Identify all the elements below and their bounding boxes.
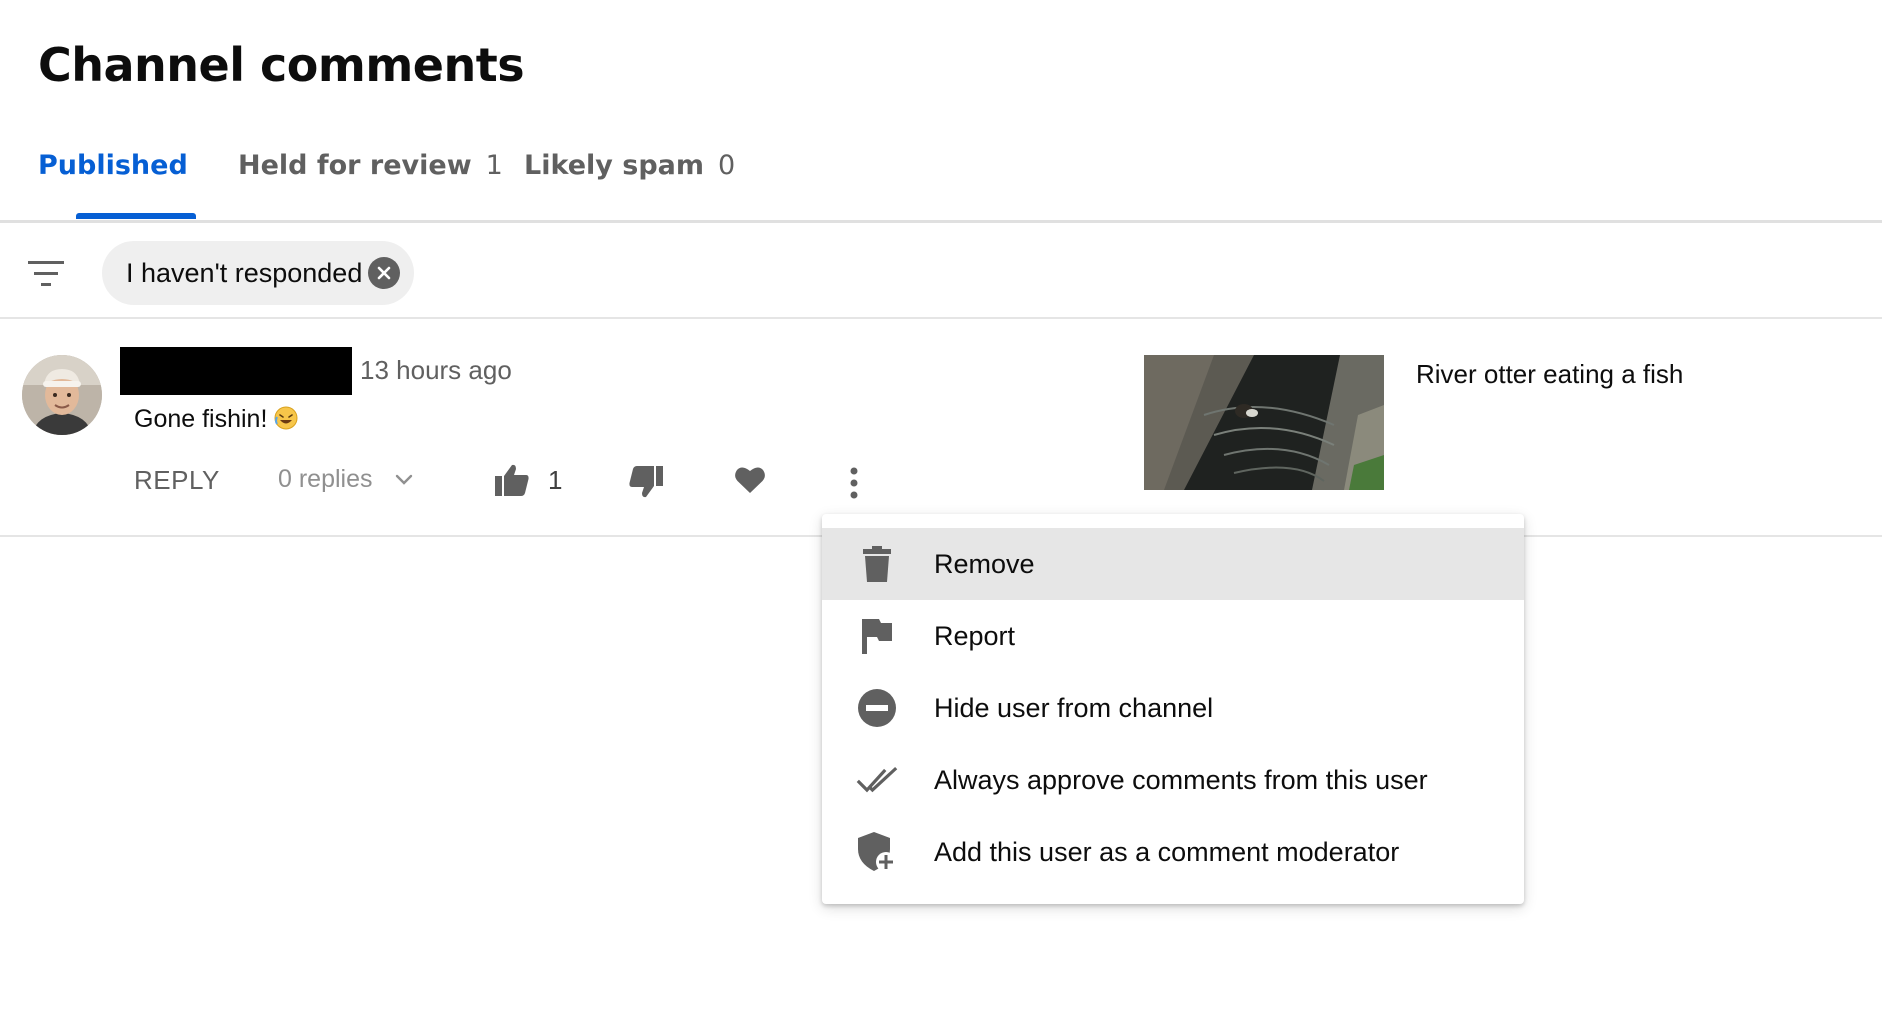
like-button[interactable]: 1 [494, 463, 562, 497]
thumbs-up-icon [495, 464, 529, 496]
tab-published[interactable]: Published [38, 150, 196, 222]
tab-held-label: Held for review [238, 150, 472, 181]
comment-text: Gone fishin! [134, 405, 299, 438]
tab-likely-spam[interactable]: Likely spam 0 [524, 150, 735, 222]
heart-button[interactable] [734, 465, 766, 500]
tab-spam-count: 0 [718, 150, 736, 181]
menu-item-label: Hide user from channel [934, 692, 1214, 723]
menu-item-hide-user[interactable]: Hide user from channel [822, 672, 1524, 744]
filter-chip[interactable]: I haven't responded [102, 241, 414, 305]
double-check-icon [856, 760, 898, 800]
flag-icon [856, 616, 898, 656]
filter-bar: I haven't responded [0, 223, 1882, 319]
more-vert-icon [850, 467, 858, 499]
menu-item-always-approve[interactable]: Always approve comments from this user [822, 744, 1524, 816]
menu-item-add-moderator[interactable]: Add this user as a comment moderator [822, 816, 1524, 888]
tab-published-label: Published [38, 150, 188, 181]
tab-spam-label: Likely spam [524, 150, 705, 181]
page-title: Channel comments [38, 38, 525, 92]
more-options-button[interactable] [840, 461, 868, 505]
reply-button[interactable]: REPLY [134, 465, 220, 496]
tab-held-count: 1 [485, 150, 503, 181]
filter-icon[interactable] [26, 259, 66, 289]
comment-options-menu: Remove Report Hide user from channel Alw… [822, 514, 1524, 904]
replies-label: 0 replies [278, 465, 373, 493]
chevron-down-icon [395, 474, 412, 485]
tab-held-for-review[interactable]: Held for review 1 [238, 150, 503, 222]
tab-bar: Published Held for review 1 Likely spam 0 [0, 150, 1882, 222]
menu-item-label: Remove [934, 548, 1035, 579]
menu-item-remove[interactable]: Remove [822, 528, 1524, 600]
trash-icon [856, 544, 898, 584]
like-count: 1 [548, 464, 563, 495]
menu-item-label: Always approve comments from this user [934, 764, 1428, 795]
video-title[interactable]: River otter eating a fish [1416, 359, 1683, 390]
laughing-emoji-icon [273, 405, 299, 438]
menu-item-label: Add this user as a comment moderator [934, 836, 1400, 867]
menu-item-report[interactable]: Report [822, 600, 1524, 672]
author-name-redacted[interactable] [120, 347, 352, 395]
comment-text-content: Gone fishin! [134, 405, 268, 433]
close-icon[interactable] [368, 257, 400, 289]
shield-add-icon [856, 832, 898, 872]
thumbs-down-icon [629, 466, 663, 498]
replies-toggle[interactable]: 0 replies [278, 465, 413, 494]
dislike-button[interactable] [628, 465, 664, 504]
minus-circle-icon [856, 688, 898, 728]
heart-icon [735, 467, 765, 493]
active-tab-indicator [76, 213, 196, 219]
comment-timestamp[interactable]: 13 hours ago [360, 355, 512, 386]
menu-item-label: Report [934, 620, 1016, 651]
video-thumbnail[interactable] [1144, 355, 1384, 490]
filter-chip-label: I haven't responded [126, 257, 363, 288]
comment-row: 13 hours ago Gone fishin! REPLY 0 replie… [0, 319, 1882, 537]
avatar[interactable] [22, 355, 102, 435]
